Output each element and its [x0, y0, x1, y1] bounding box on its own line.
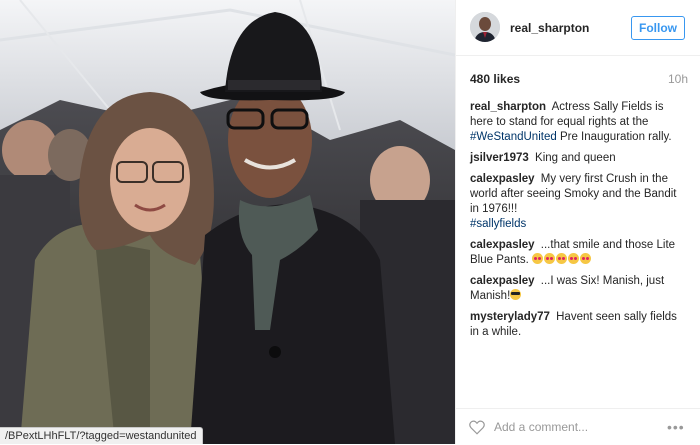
- comment-item: calexpasley My very first Crush in the w…: [470, 172, 686, 232]
- avatar-image: [470, 12, 500, 42]
- likes-count[interactable]: 480 likes: [470, 72, 520, 86]
- comment-input[interactable]: [494, 418, 644, 436]
- heart-eyes-emoji-icon: [532, 253, 544, 264]
- post-stats: 480 likes 10h: [470, 72, 688, 88]
- post-side-panel: real_sharpton Follow 480 likes 10h real_…: [455, 0, 700, 444]
- post-time: 10h: [667, 72, 688, 86]
- comment-item: jsilver1973 King and queen: [470, 151, 686, 166]
- comment-item: calexpasley ...that smile and those Lite…: [470, 238, 686, 268]
- username[interactable]: real_sharpton: [510, 21, 589, 35]
- comment-author[interactable]: jsilver1973: [470, 152, 529, 164]
- comment-author[interactable]: calexpasley: [470, 173, 535, 185]
- heart-eyes-emoji-group: [532, 253, 592, 266]
- comment-item: real_sharpton Actress Sally Fields is he…: [470, 100, 686, 145]
- heart-eyes-emoji-icon: [544, 253, 556, 264]
- heart-eyes-emoji-icon: [580, 253, 592, 264]
- hashtag-link[interactable]: #WeStandUnited: [470, 131, 557, 143]
- post-footer: •••: [456, 408, 700, 445]
- comment-author[interactable]: calexpasley: [470, 275, 535, 287]
- comment-author[interactable]: real_sharpton: [470, 101, 546, 113]
- comment-item: mysterylady77 Havent seen sally fields i…: [470, 310, 686, 340]
- comment-author[interactable]: calexpasley: [470, 239, 535, 251]
- photo-illustration: [0, 0, 455, 444]
- more-options-icon[interactable]: •••: [667, 420, 689, 434]
- like-heart-icon[interactable]: [468, 418, 486, 436]
- comment-item: calexpasley ...I was Six! Manish, just M…: [470, 274, 686, 304]
- avatar[interactable]: [470, 12, 500, 42]
- follow-button[interactable]: Follow: [631, 16, 685, 40]
- comment-text-after: Pre Inauguration rally.: [559, 131, 672, 143]
- comment-author[interactable]: mysterylady77: [470, 311, 550, 323]
- post-photo[interactable]: /BPextLHhFLT/?tagged=westandunited: [0, 0, 455, 444]
- status-url: /BPextLHhFLT/?tagged=westandunited: [0, 427, 203, 444]
- comment-text: King and queen: [535, 152, 616, 164]
- heart-eyes-emoji-icon: [568, 253, 580, 264]
- comment-list: real_sharpton Actress Sally Fields is he…: [470, 100, 686, 346]
- sunglasses-emoji-icon: [510, 289, 522, 300]
- heart-eyes-emoji-icon: [556, 253, 568, 264]
- post-header: real_sharpton Follow: [456, 0, 700, 56]
- hashtag-link[interactable]: #sallyfields: [470, 218, 526, 230]
